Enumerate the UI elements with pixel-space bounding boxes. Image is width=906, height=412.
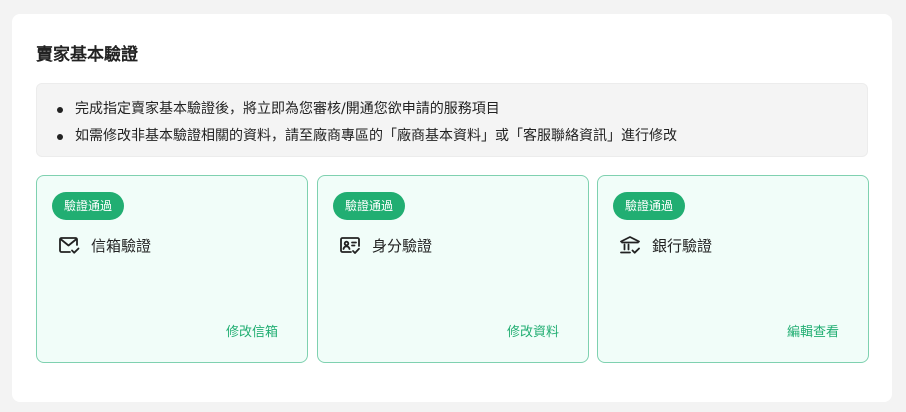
- card-title: 信箱驗證: [91, 236, 152, 255]
- mail-check-icon: [57, 233, 81, 257]
- card-title: 身分驗證: [372, 236, 433, 255]
- bank-check-icon: [618, 233, 642, 257]
- notice-item: 完成指定賣家基本驗證後，將立即為您審核/開通您欲申請的服務項目: [57, 96, 867, 123]
- status-badge: 驗證通過: [52, 192, 125, 220]
- card-header: 信箱驗證: [57, 233, 151, 257]
- status-badge: 驗證通過: [333, 192, 406, 220]
- card-header: 身分驗證: [338, 233, 432, 257]
- card-title: 銀行驗證: [652, 236, 713, 255]
- view-bank-link[interactable]: 編輯查看: [787, 321, 839, 340]
- notice-item: 如需修改非基本驗證相關的資料，請至廠商專區的「廠商基本資料」或「客服聯絡資訊」進…: [57, 123, 867, 150]
- section-title: 賣家基本驗證: [36, 45, 138, 65]
- email-verification-card: 驗證通過 信箱驗證 修改信箱: [36, 175, 308, 363]
- status-badge: 驗證通過: [613, 192, 686, 220]
- edit-profile-link[interactable]: 修改資料: [507, 321, 559, 340]
- id-card-check-icon: [338, 233, 362, 257]
- bank-verification-card: 驗證通過 銀行驗證 編輯查看: [597, 175, 869, 363]
- card-header: 銀行驗證: [618, 233, 712, 257]
- verification-panel: 賣家基本驗證 完成指定賣家基本驗證後，將立即為您審核/開通您欲申請的服務項目 如…: [12, 14, 892, 402]
- notice-list: 完成指定賣家基本驗證後，將立即為您審核/開通您欲申請的服務項目 如需修改非基本驗…: [37, 96, 867, 150]
- identity-verification-card: 驗證通過 身分驗證 修改資料: [317, 175, 589, 363]
- notice-box: 完成指定賣家基本驗證後，將立即為您審核/開通您欲申請的服務項目 如需修改非基本驗…: [36, 83, 868, 157]
- edit-email-link[interactable]: 修改信箱: [226, 321, 278, 340]
